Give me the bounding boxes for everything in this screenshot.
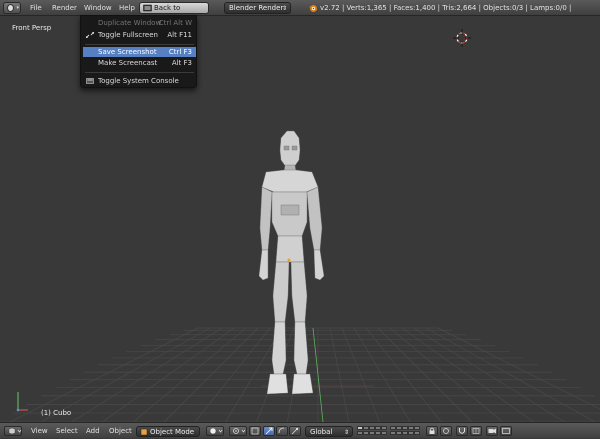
editor-type-button[interactable] — [4, 426, 22, 436]
menu-item-duplicate-window[interactable]: Duplicate Window Ctrl Alt W — [83, 18, 196, 28]
rotate-icon — [278, 427, 285, 434]
film-icon — [502, 428, 510, 434]
menu-item-toggle-system-console[interactable]: Toggle System Console — [83, 76, 196, 86]
info-header: ▾ File Render Window Help Back to Previo… — [0, 0, 600, 28]
menu-add[interactable]: Add — [86, 423, 100, 439]
pivot-point-dropdown[interactable] — [229, 426, 247, 436]
menu-object[interactable]: Object — [109, 423, 132, 439]
cube-icon — [8, 427, 22, 435]
solid-sphere-icon — [209, 427, 223, 435]
manipulator-icon — [251, 427, 259, 435]
snap-grid-icon — [472, 428, 480, 434]
mode-label: Object Mode — [150, 428, 195, 436]
scale-icon — [291, 428, 298, 435]
pivot-icon — [233, 428, 246, 434]
menu-item-shortcut: Ctrl Alt W — [158, 19, 192, 27]
menu-item-label: Save Screenshot — [98, 48, 157, 56]
3d-cursor-icon[interactable] — [453, 29, 471, 47]
mode-dropdown[interactable]: Object Mode — [136, 426, 200, 437]
menu-separator — [85, 44, 194, 45]
menu-window[interactable]: Window — [84, 0, 112, 16]
view-name: Front Persp — [12, 24, 52, 32]
axis-gizmo — [16, 392, 28, 412]
3d-view-header: View Select Add Object Object Mode Globa… — [0, 422, 600, 438]
lock-camera-toggle[interactable] — [426, 426, 438, 436]
menu-item-shortcut: Ctrl F3 — [168, 48, 192, 56]
rotate-manipulator-toggle[interactable] — [276, 426, 288, 436]
screen-icon — [143, 4, 152, 12]
scene-statistics: v2.72 | Verts:1,365 | Faces:1,400 | Tris… — [320, 4, 572, 28]
manipulator-toggle[interactable] — [249, 426, 261, 436]
up-down-arrows-icon: ⇕ — [281, 5, 287, 12]
render-preview-button[interactable] — [486, 426, 498, 436]
menu-item-make-screencast[interactable]: Make Screencast Alt F3 — [83, 58, 196, 68]
menu-view[interactable]: View — [31, 423, 48, 439]
object-mode-icon — [140, 428, 148, 436]
menu-render[interactable]: Render — [52, 0, 77, 16]
chevron-down-icon: ▾ — [16, 5, 19, 11]
layer-button[interactable] — [381, 426, 387, 430]
snap-toggle[interactable] — [456, 426, 468, 436]
layer-button[interactable] — [414, 431, 420, 435]
menu-help[interactable]: Help — [119, 0, 135, 16]
info-icon — [7, 4, 14, 12]
menu-item-toggle-fullscreen[interactable]: Toggle Fullscreen Alt F11 — [83, 30, 196, 40]
translate-manipulator-toggle[interactable] — [263, 426, 275, 436]
render-engine-label: Blender Render — [229, 4, 284, 12]
layer-button[interactable] — [414, 426, 420, 430]
translate-arrow-icon — [265, 427, 273, 435]
menu-item-label: Toggle System Console — [98, 77, 179, 85]
lock-icon — [429, 427, 435, 434]
menu-separator — [85, 72, 194, 73]
active-object-name: (1) Cubo — [41, 409, 72, 417]
menu-item-label: Duplicate Window — [98, 19, 162, 27]
snap-element-dropdown[interactable] — [470, 426, 482, 436]
viewport-shading-dropdown[interactable] — [206, 426, 224, 436]
human-mesh[interactable] — [258, 130, 325, 395]
render-engine-dropdown[interactable]: Blender Render ⇕ — [224, 2, 291, 14]
magnet-icon — [459, 428, 465, 434]
proportional-edit-toggle[interactable] — [440, 426, 452, 436]
menu-select[interactable]: Select — [56, 423, 78, 439]
blender-logo-icon — [309, 5, 317, 12]
menu-item-label: Make Screencast — [98, 59, 158, 67]
scale-manipulator-toggle[interactable] — [289, 426, 301, 436]
up-down-arrows-icon: ⇕ — [343, 429, 349, 436]
proportional-edit-icon — [443, 428, 449, 434]
orientation-label: Global — [310, 428, 333, 436]
menu-item-shortcut: Alt F11 — [167, 31, 192, 39]
fullscreen-icon — [86, 32, 94, 38]
back-to-previous-button[interactable]: Back to Previous — [139, 2, 209, 23]
menu-file[interactable]: File — [30, 0, 42, 16]
layer-button[interactable] — [381, 431, 387, 435]
menu-item-shortcut: Alt F3 — [171, 59, 192, 67]
camera-icon — [488, 428, 496, 434]
opengl-render-button[interactable] — [500, 426, 512, 436]
editor-type-button[interactable]: ▾ — [3, 2, 21, 14]
object-origin-dot — [287, 258, 291, 262]
window-menu: Duplicate Window Ctrl Alt W Toggle Fulls… — [80, 15, 197, 88]
transform-orientation-dropdown[interactable]: Global ⇕ — [305, 426, 353, 437]
menu-item-label: Toggle Fullscreen — [98, 31, 158, 39]
menu-item-save-screenshot[interactable]: Save Screenshot Ctrl F3 — [83, 47, 196, 57]
console-icon — [86, 78, 94, 84]
